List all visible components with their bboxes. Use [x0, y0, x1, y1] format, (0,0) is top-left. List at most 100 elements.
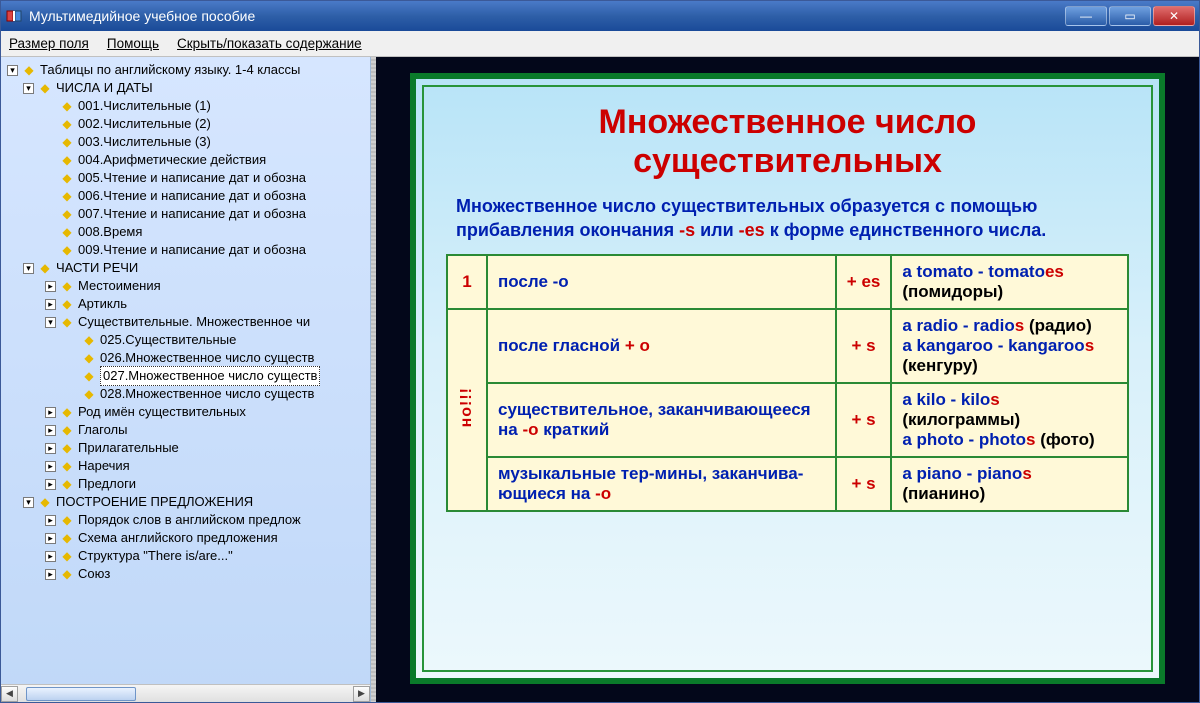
page-icon: [60, 225, 74, 239]
page-icon: [82, 351, 96, 365]
page-icon: [60, 171, 74, 185]
app-window: Мультимедийное учебное пособие — ▭ ✕ Раз…: [0, 0, 1200, 703]
but-label: но!!!: [447, 309, 487, 511]
folder-icon: [60, 549, 74, 563]
folder-icon: [60, 423, 74, 437]
h-scrollbar[interactable]: ◀ ▶: [1, 684, 370, 702]
tree-item[interactable]: 007.Чтение и написание дат и обозна: [1, 205, 370, 223]
scroll-track[interactable]: [18, 686, 353, 702]
folder-icon: [60, 477, 74, 491]
slide-intro: Множественное число существительных обра…: [456, 195, 1119, 242]
folder-icon: [60, 279, 74, 293]
client-area: ▾Таблицы по английскому языку. 1-4 класс…: [1, 57, 1199, 702]
folder-icon: [60, 405, 74, 419]
content-pane: Множественное число существительных Множ…: [376, 57, 1199, 702]
table-row: музыкальные тер-мины, заканчива-ющиеся н…: [447, 457, 1128, 511]
minimize-button[interactable]: —: [1065, 6, 1107, 26]
folder-icon: [38, 261, 52, 275]
tree-item[interactable]: 009.Чтение и написание дат и обозна: [1, 241, 370, 259]
tree-item[interactable]: ▸Порядок слов в английском предлож: [1, 511, 370, 529]
tree-item[interactable]: 026.Множественное число существ: [1, 349, 370, 367]
folder-icon: [38, 495, 52, 509]
grammar-table: 1 после -о + es a tomato - tomatoes (пом…: [446, 254, 1129, 512]
tree-item[interactable]: ▸Род имён существительных: [1, 403, 370, 421]
folder-icon: [38, 81, 52, 95]
example-cell: a radio - radios (радио) a kangaroo - ka…: [891, 309, 1128, 383]
tree-item[interactable]: ▸Прилагательные: [1, 439, 370, 457]
slide-title: Множественное число существительных: [446, 103, 1129, 181]
scroll-thumb[interactable]: [26, 687, 136, 701]
menu-toggle-toc[interactable]: Скрыть/показать содержание: [177, 36, 362, 51]
app-icon: [5, 7, 23, 25]
slide: Множественное число существительных Множ…: [410, 73, 1165, 684]
tree-sec-sentence[interactable]: ▾ПОСТРОЕНИЕ ПРЕДЛОЖЕНИЯ: [1, 493, 370, 511]
tree-sec-numbers[interactable]: ▾ЧИСЛА И ДАТЫ: [1, 79, 370, 97]
tree-item[interactable]: 003.Числительные (3): [1, 133, 370, 151]
window-controls: — ▭ ✕: [1065, 6, 1195, 26]
toc-sidebar: ▾Таблицы по английскому языку. 1-4 класс…: [1, 57, 371, 702]
tree-item[interactable]: 001.Числительные (1): [1, 97, 370, 115]
titlebar[interactable]: Мультимедийное учебное пособие — ▭ ✕: [1, 1, 1199, 31]
page-icon: [60, 153, 74, 167]
tree-item[interactable]: 008.Время: [1, 223, 370, 241]
scroll-left-icon[interactable]: ◀: [1, 686, 18, 702]
tree-item[interactable]: ▸Структура "There is/are...": [1, 547, 370, 565]
tree-item[interactable]: ▸Глаголы: [1, 421, 370, 439]
folder-icon: [60, 459, 74, 473]
tree-sec-parts[interactable]: ▾ЧАСТИ РЕЧИ: [1, 259, 370, 277]
window-title: Мультимедийное учебное пособие: [29, 8, 1065, 24]
row-number: 1: [447, 255, 487, 309]
tree-item[interactable]: 006.Чтение и написание дат и обозна: [1, 187, 370, 205]
page-icon: [82, 369, 96, 383]
menu-help[interactable]: Помощь: [107, 36, 159, 51]
tree-item[interactable]: 002.Числительные (2): [1, 115, 370, 133]
suffix-cell: + es: [836, 255, 892, 309]
page-icon: [60, 243, 74, 257]
tree-root[interactable]: ▾Таблицы по английскому языку. 1-4 класс…: [1, 61, 370, 79]
tree-item[interactable]: 028.Множественное число существ: [1, 385, 370, 403]
page-icon: [82, 387, 96, 401]
tree-item-selected[interactable]: 027.Множественное число существ: [1, 367, 370, 385]
page-icon: [60, 207, 74, 221]
page-icon: [60, 99, 74, 113]
folder-icon: [60, 531, 74, 545]
tree-item[interactable]: 005.Чтение и написание дат и обозна: [1, 169, 370, 187]
example-cell: a kilo - kilos (килограммы) a photo - ph…: [891, 383, 1128, 457]
suffix-cell: + s: [836, 457, 892, 511]
folder-icon: [60, 513, 74, 527]
folder-icon: [60, 567, 74, 581]
scroll-right-icon[interactable]: ▶: [353, 686, 370, 702]
folder-icon: [22, 63, 36, 77]
tree-item[interactable]: ▸Артикль: [1, 295, 370, 313]
rule-cell: музыкальные тер-мины, заканчива-ющиеся н…: [487, 457, 836, 511]
maximize-button[interactable]: ▭: [1109, 6, 1151, 26]
tree-item[interactable]: ▸Союз: [1, 565, 370, 583]
suffix-cell: + s: [836, 309, 892, 383]
tree-item[interactable]: ▸Схема английского предложения: [1, 529, 370, 547]
tree-item[interactable]: 004.Арифметические действия: [1, 151, 370, 169]
tree-item[interactable]: ▸Предлоги: [1, 475, 370, 493]
rule-cell: после гласной + о: [487, 309, 836, 383]
folder-icon: [60, 315, 74, 329]
folder-icon: [60, 441, 74, 455]
tree-item[interactable]: ▸Местоимения: [1, 277, 370, 295]
page-icon: [60, 135, 74, 149]
rule-cell: существительное, заканчивающееся на -о к…: [487, 383, 836, 457]
page-icon: [82, 333, 96, 347]
menu-field-size[interactable]: Размер поля: [9, 36, 89, 51]
example-cell: a tomato - tomatoes (помидоры): [891, 255, 1128, 309]
toc-tree[interactable]: ▾Таблицы по английскому языку. 1-4 класс…: [1, 57, 370, 684]
page-icon: [60, 117, 74, 131]
table-row: 1 после -о + es a tomato - tomatoes (пом…: [447, 255, 1128, 309]
tree-item-nouns[interactable]: ▾Существительные. Множественное чи: [1, 313, 370, 331]
rule-cell: после -о: [487, 255, 836, 309]
example-cell: a piano - pianos (пианино): [891, 457, 1128, 511]
tree-item[interactable]: 025.Существительные: [1, 331, 370, 349]
close-button[interactable]: ✕: [1153, 6, 1195, 26]
suffix-cell: + s: [836, 383, 892, 457]
table-row: но!!! после гласной + о + s a radio - ra…: [447, 309, 1128, 383]
tree-item[interactable]: ▸Наречия: [1, 457, 370, 475]
menubar: Размер поля Помощь Скрыть/показать содер…: [1, 31, 1199, 57]
folder-icon: [60, 297, 74, 311]
table-row: существительное, заканчивающееся на -о к…: [447, 383, 1128, 457]
